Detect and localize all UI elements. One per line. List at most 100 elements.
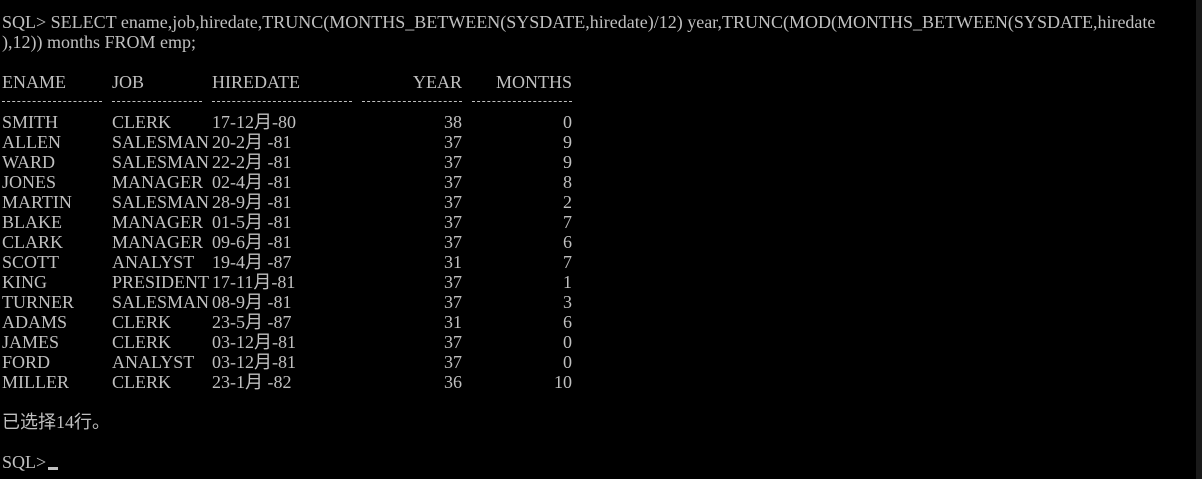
rows-selected-message: 已选择14行。 xyxy=(2,412,110,432)
sql-prompt: SQL> xyxy=(2,452,47,472)
cell-hiredate: 28-9月 -81 xyxy=(212,192,292,212)
cell-months: 6 xyxy=(563,232,572,252)
table-row: SMITH CLERK 17-12月-80 38 0 xyxy=(0,112,1196,132)
sql-console-window[interactable]: SQL> SELECT ename,job,hiredate,TRUNC(MON… xyxy=(0,0,1196,479)
cell-hiredate: 17-12月-80 xyxy=(212,112,296,132)
cell-job: SALESMAN xyxy=(112,192,210,212)
result-rows: SMITH CLERK 17-12月-80 38 0 ALLEN SALESMAN 20-2月… xyxy=(0,112,1196,392)
cell-year: 37 xyxy=(444,152,462,172)
cell-ename: JAMES xyxy=(2,332,60,352)
cell-year: 37 xyxy=(444,272,462,292)
header-hiredate: HIREDATE xyxy=(212,72,300,92)
command-line-1: SQL> SELECT ename,job,hiredate,TRUNC(MON… xyxy=(2,12,1156,32)
cell-months: 6 xyxy=(563,312,572,332)
table-row: MARTIN SALESMAN 28-9月 -81 37 2 xyxy=(0,192,1196,212)
header-separator xyxy=(0,92,1196,112)
cell-hiredate: 22-2月 -81 xyxy=(212,152,292,172)
cell-hiredate: 02-4月 -81 xyxy=(212,172,292,192)
cell-year: 37 xyxy=(444,332,462,352)
command-line-2: ),12)) months FROM emp; xyxy=(2,32,197,52)
cell-hiredate: 03-12月-81 xyxy=(212,352,296,372)
cell-job: MANAGER xyxy=(112,172,204,192)
cell-job: CLERK xyxy=(112,312,172,332)
table-row: WARD SALESMAN 22-2月 -81 37 9 xyxy=(0,152,1196,172)
cell-months: 0 xyxy=(563,352,572,372)
cell-job: CLERK xyxy=(112,112,172,132)
cell-ename: WARD xyxy=(2,152,55,172)
cell-hiredate: 20-2月 -81 xyxy=(212,132,292,152)
cell-ename: SCOTT xyxy=(2,252,60,272)
cell-year: 37 xyxy=(444,212,462,232)
scrollbar[interactable] xyxy=(1196,0,1202,479)
cell-job: ANALYST xyxy=(112,352,195,372)
table-row: BLAKE MANAGER 01-5月 -81 37 7 xyxy=(0,212,1196,232)
cell-months: 9 xyxy=(563,152,572,172)
cell-months: 8 xyxy=(563,172,572,192)
header-job: JOB xyxy=(112,72,145,92)
separator-hiredate xyxy=(212,101,352,103)
cell-hiredate: 01-5月 -81 xyxy=(212,212,292,232)
cell-months: 0 xyxy=(563,112,572,132)
cell-months: 7 xyxy=(563,252,572,272)
cell-year: 31 xyxy=(444,252,462,272)
table-row: ALLEN SALESMAN 20-2月 -81 37 9 xyxy=(0,132,1196,152)
separator-year xyxy=(362,101,462,103)
cell-hiredate: 17-11月-81 xyxy=(212,272,296,292)
cell-job: SALESMAN xyxy=(112,152,210,172)
cell-ename: BLAKE xyxy=(2,212,62,232)
cell-job: SALESMAN xyxy=(112,132,210,152)
cell-hiredate: 08-9月 -81 xyxy=(212,292,292,312)
cell-ename: JONES xyxy=(2,172,57,192)
cell-months: 2 xyxy=(563,192,572,212)
cell-year: 37 xyxy=(444,292,462,312)
cell-year: 37 xyxy=(444,232,462,252)
table-row: KING PRESIDENT 17-11月-81 37 1 xyxy=(0,272,1196,292)
cell-year: 37 xyxy=(444,132,462,152)
cell-months: 1 xyxy=(563,272,572,292)
separator-ename xyxy=(2,101,102,103)
cell-job: CLERK xyxy=(112,332,172,352)
cell-ename: CLARK xyxy=(2,232,64,252)
cell-hiredate: 09-6月 -81 xyxy=(212,232,292,252)
cell-months: 7 xyxy=(563,212,572,232)
text-cursor xyxy=(48,467,59,470)
cell-year: 37 xyxy=(444,352,462,372)
header-ename: ENAME xyxy=(2,72,66,92)
table-row: SCOTT ANALYST 19-4月 -87 31 7 xyxy=(0,252,1196,272)
cell-year: 37 xyxy=(444,192,462,212)
cell-months: 10 xyxy=(554,372,572,392)
cell-ename: ALLEN xyxy=(2,132,61,152)
cell-ename: FORD xyxy=(2,352,51,372)
cell-year: 31 xyxy=(444,312,462,332)
cell-ename: TURNER xyxy=(2,292,74,312)
table-row: MILLER CLERK 23-1月 -82 36 10 xyxy=(0,372,1196,392)
separator-months xyxy=(472,101,572,103)
header-year: YEAR xyxy=(413,72,462,92)
cell-hiredate: 03-12月-81 xyxy=(212,332,296,352)
cell-year: 36 xyxy=(444,372,462,392)
header-months: MONTHS xyxy=(495,72,572,92)
separator-job xyxy=(112,101,202,103)
table-row: JAMES CLERK 03-12月-81 37 0 xyxy=(0,332,1196,352)
cell-hiredate: 23-5月 -87 xyxy=(212,312,292,332)
cell-job: MANAGER xyxy=(112,232,204,252)
cell-months: 0 xyxy=(563,332,572,352)
cell-ename: SMITH xyxy=(2,112,59,132)
cell-job: CLERK xyxy=(112,372,172,392)
cell-job: ANALYST xyxy=(112,252,195,272)
table-row: ADAMS CLERK 23-5月 -87 31 6 xyxy=(0,312,1196,332)
cell-hiredate: 23-1月 -82 xyxy=(212,372,292,392)
cell-job: PRESIDENT xyxy=(112,272,210,292)
table-row: TURNER SALESMAN 08-9月 -81 37 3 xyxy=(0,292,1196,312)
cell-hiredate: 19-4月 -87 xyxy=(212,252,292,272)
table-row: JONES MANAGER 02-4月 -81 37 8 xyxy=(0,172,1196,192)
table-row: FORD ANALYST 03-12月-81 37 0 xyxy=(0,352,1196,372)
result-header-row: ENAME JOB HIREDATE YEAR MONTHS xyxy=(0,72,1196,92)
cell-ename: MARTIN xyxy=(2,192,72,212)
table-row: CLARK MANAGER 09-6月 -81 37 6 xyxy=(0,232,1196,252)
cell-job: MANAGER xyxy=(112,212,204,232)
prompt-line[interactable]: SQL> xyxy=(0,452,1196,472)
cell-months: 3 xyxy=(563,292,572,312)
cell-ename: ADAMS xyxy=(2,312,68,332)
cell-ename: KING xyxy=(2,272,47,292)
